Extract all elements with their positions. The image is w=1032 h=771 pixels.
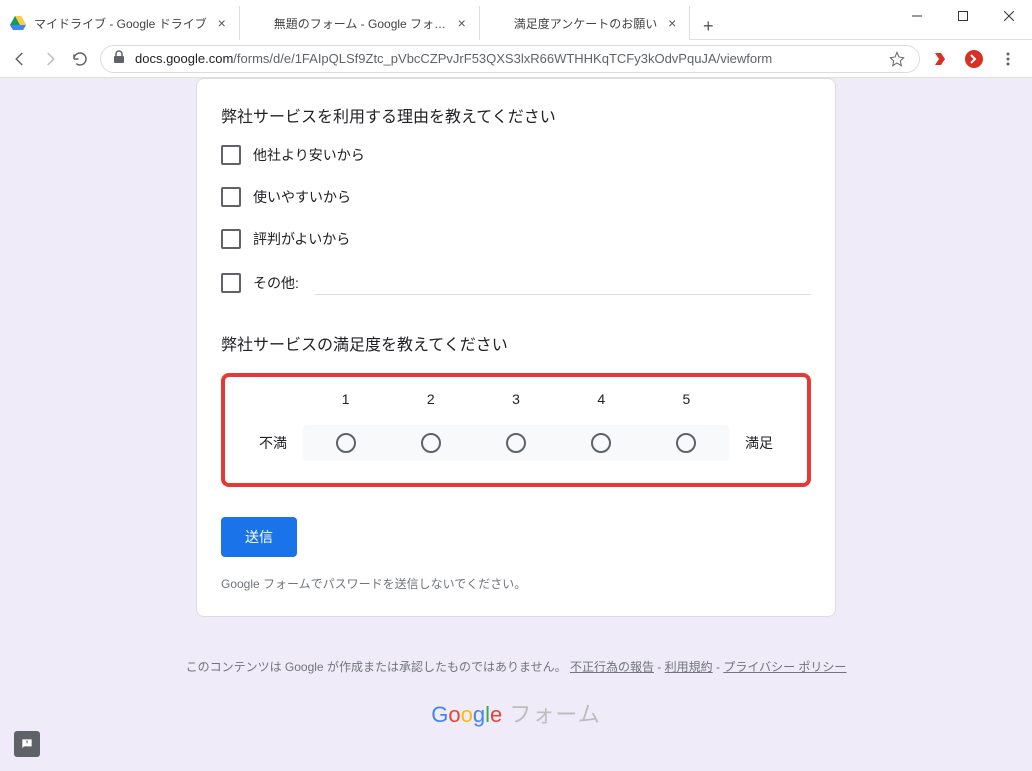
extension-icons	[930, 49, 1022, 69]
scale-number: 3	[473, 391, 558, 407]
forward-button[interactable]	[40, 49, 60, 69]
footer-disclaimer: このコンテンツは Google が作成または承認したものではありません。 不正行…	[0, 657, 1032, 679]
report-abuse-link[interactable]: 不正行為の報告	[570, 660, 654, 674]
checkbox-option[interactable]: 評判がよいから	[221, 229, 811, 249]
new-tab-button[interactable]: +	[694, 12, 722, 40]
highlighted-scale-question: 1 2 3 4 5 不満	[221, 373, 811, 487]
tab-title: 満足度アンケートのお願い	[514, 15, 658, 32]
terms-link[interactable]: 利用規約	[665, 660, 713, 674]
browser-titlebar: マイドライブ - Google ドライブ × 無題のフォーム - Google …	[0, 0, 1032, 40]
close-window-button[interactable]	[986, 0, 1032, 32]
feedback-button[interactable]	[14, 731, 40, 757]
scale-radio-5[interactable]	[676, 433, 696, 453]
option-label: 評判がよいから	[253, 229, 350, 249]
checkbox-icon[interactable]	[221, 273, 241, 293]
maximize-button[interactable]	[940, 0, 986, 32]
scale-radio-1[interactable]	[336, 433, 356, 453]
scale-radio-3[interactable]	[506, 433, 526, 453]
other-text-input[interactable]	[315, 271, 811, 295]
checkbox-option[interactable]: 他社より安いから	[221, 145, 811, 165]
option-label: 他社より安いから	[253, 145, 365, 165]
extension-icon-2[interactable]	[964, 49, 984, 69]
scale-number: 2	[388, 391, 473, 407]
google-forms-logo[interactable]: Google フォーム	[0, 697, 1032, 729]
minimize-button[interactable]	[894, 0, 940, 32]
submit-button[interactable]: 送信	[221, 517, 297, 557]
close-icon[interactable]: ×	[455, 16, 469, 30]
scale-radio-2[interactable]	[421, 433, 441, 453]
scale-number: 1	[303, 391, 388, 407]
option-label: 使いやすいから	[253, 187, 351, 207]
password-warning: Google フォームでパスワードを送信しないでください。	[221, 575, 811, 592]
option-label: その他:	[253, 273, 299, 293]
browser-toolbar: docs.google.com/forms/d/e/1FAIpQLSf9Ztc_…	[0, 40, 1032, 78]
question-1-title: 弊社サービスを利用する理由を教えてください	[221, 103, 811, 127]
scale-number: 5	[644, 391, 729, 407]
drive-icon	[10, 15, 26, 31]
question-2-title: 弊社サービスの満足度を教えてください	[221, 331, 811, 355]
back-button[interactable]	[10, 49, 30, 69]
close-icon[interactable]: ×	[665, 16, 679, 30]
checkbox-icon[interactable]	[221, 187, 241, 207]
forms-icon	[490, 15, 506, 31]
page-content: 弊社サービスを利用する理由を教えてください 他社より安いから 使いやすいから 評…	[0, 78, 1032, 771]
close-icon[interactable]: ×	[215, 16, 229, 30]
menu-icon[interactable]	[998, 49, 1018, 69]
checkbox-option[interactable]: 使いやすいから	[221, 187, 811, 207]
tab-title: 無題のフォーム - Google フォーム	[274, 15, 447, 32]
forms-icon	[250, 15, 266, 31]
address-bar[interactable]: docs.google.com/forms/d/e/1FAIpQLSf9Ztc_…	[100, 45, 920, 73]
scale-radio-4[interactable]	[591, 433, 611, 453]
tab-forms-editor[interactable]: 無題のフォーム - Google フォーム ×	[240, 6, 480, 40]
form-card: 弊社サービスを利用する理由を教えてください 他社より安いから 使いやすいから 評…	[196, 78, 836, 617]
reload-button[interactable]	[70, 49, 90, 69]
privacy-link[interactable]: プライバシー ポリシー	[723, 660, 846, 674]
tab-title: マイドライブ - Google ドライブ	[34, 15, 207, 32]
checkbox-icon[interactable]	[221, 145, 241, 165]
tab-strip: マイドライブ - Google ドライブ × 無題のフォーム - Google …	[0, 0, 894, 40]
window-controls	[894, 0, 1032, 32]
scale-high-label: 満足	[729, 433, 789, 453]
lock-icon	[113, 50, 125, 67]
checkbox-option-other[interactable]: その他:	[221, 271, 811, 295]
checkbox-icon[interactable]	[221, 229, 241, 249]
tab-forms-preview[interactable]: 満足度アンケートのお願い ×	[480, 6, 691, 40]
star-icon[interactable]	[887, 49, 907, 69]
tab-drive[interactable]: マイドライブ - Google ドライブ ×	[0, 6, 240, 40]
scale-low-label: 不満	[243, 433, 303, 453]
scale-number: 4	[559, 391, 644, 407]
extension-icon[interactable]	[930, 49, 950, 69]
url-text: docs.google.com/forms/d/e/1FAIpQLSf9Ztc_…	[135, 51, 772, 66]
